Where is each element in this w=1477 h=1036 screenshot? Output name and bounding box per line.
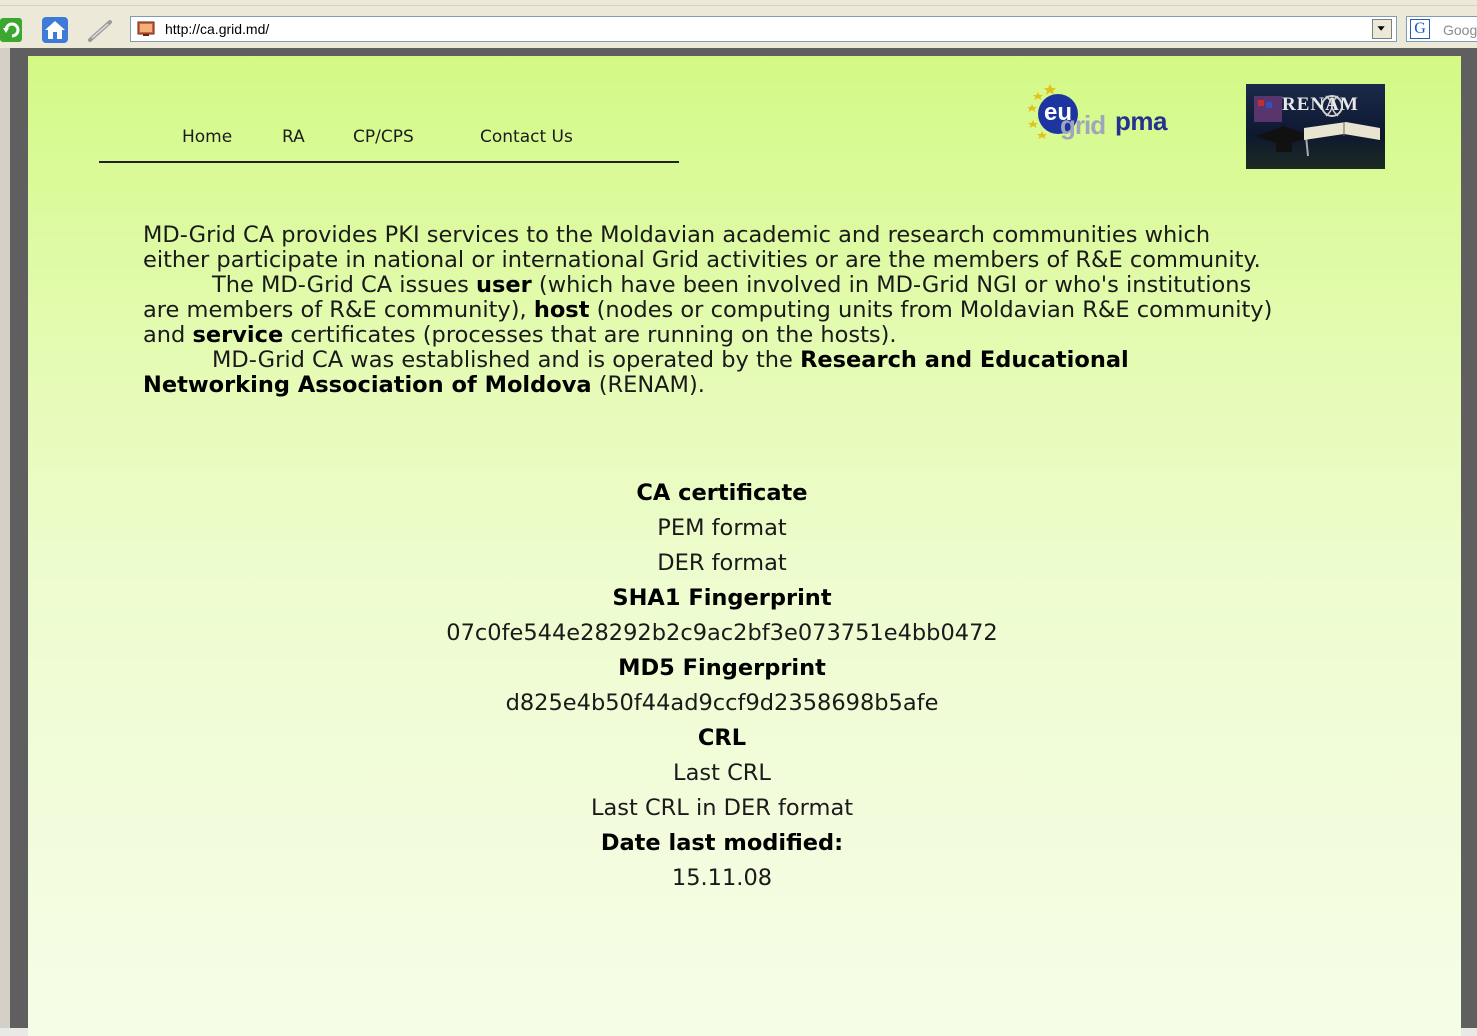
date-modified-heading: Date last modified: [600, 830, 844, 856]
intro-p3-prefix: MD-Grid CA was established and is operat… [212, 347, 801, 373]
search-box[interactable]: G Google [1406, 16, 1477, 42]
intro-p2-prefix: The MD-Grid CA issues [212, 272, 476, 298]
date-modified-value: 15.11.08 [671, 865, 773, 891]
url-dropdown-button[interactable] [1372, 19, 1392, 39]
sidebar-gutter [0, 48, 10, 1028]
site-icon [137, 21, 155, 36]
reload-icon[interactable] [0, 16, 28, 44]
renam-logo[interactable]: RENAM [1246, 84, 1385, 169]
url-text[interactable]: http://ca.grid.md/ [165, 21, 269, 37]
sha1-heading: SHA1 Fingerprint [612, 585, 832, 611]
home-icon[interactable] [41, 16, 69, 44]
search-placeholder[interactable]: Google [1443, 22, 1477, 38]
chevron-down-icon [1377, 26, 1385, 31]
toolbar-divider [0, 5, 1477, 6]
nav-home-link[interactable]: Home [182, 127, 232, 147]
nav-ra-link[interactable]: RA [282, 127, 305, 147]
md5-value: d825e4b50f44ad9ccf9d2358698b5afe [505, 690, 939, 716]
intro-host-term: host [533, 297, 590, 323]
page-viewport: Home RA CP/CPS Contact Us eu grid pma RE… [10, 48, 1477, 1036]
browser-toolbar: http://ca.grid.md/ G Google [0, 0, 1477, 49]
nav-contact-link[interactable]: Contact Us [480, 127, 573, 147]
url-bar[interactable]: http://ca.grid.md/ [130, 16, 1397, 42]
google-icon[interactable]: G [1410, 19, 1430, 39]
nav-divider [99, 161, 679, 163]
intro-p3-suffix: (RENAM). [591, 372, 705, 398]
intro-service-desc: certificates (processes that are running… [283, 322, 897, 348]
eugridpma-grid-word: grid [1060, 110, 1106, 140]
eugridpma-pma-word: pma [1115, 106, 1167, 136]
intro-user-term: user [475, 272, 532, 298]
md5-heading: MD5 Fingerprint [618, 655, 826, 681]
intro-paragraph-1: MD-Grid CA provides PKI services to the … [143, 222, 1261, 273]
der-format-link[interactable]: DER format [657, 550, 786, 576]
web-page: Home RA CP/CPS Contact Us eu grid pma RE… [28, 56, 1461, 1036]
last-crl-der-link[interactable]: Last CRL in DER format [591, 795, 853, 821]
last-crl-link[interactable]: Last CRL [673, 760, 771, 786]
pem-format-link[interactable]: PEM format [657, 515, 786, 541]
eugridpma-logo[interactable]: eu grid pma [1028, 80, 1188, 144]
crl-heading: CRL [697, 725, 747, 751]
sha1-value: 07c0fe544e28292b2c9ac2bf3e073751e4bb0472 [446, 620, 998, 646]
certificate-info: CA certificate PEM format DER format SHA… [408, 476, 1036, 896]
pen-icon[interactable] [86, 16, 114, 44]
nav-cpcps-link[interactable]: CP/CPS [353, 127, 414, 147]
intro-service-term: service [192, 322, 284, 348]
ca-certificate-heading: CA certificate [636, 480, 808, 506]
renam-logo-text: RENAM [1282, 94, 1359, 115]
intro-text: MD-Grid CA provides PKI services to the … [143, 223, 1283, 398]
